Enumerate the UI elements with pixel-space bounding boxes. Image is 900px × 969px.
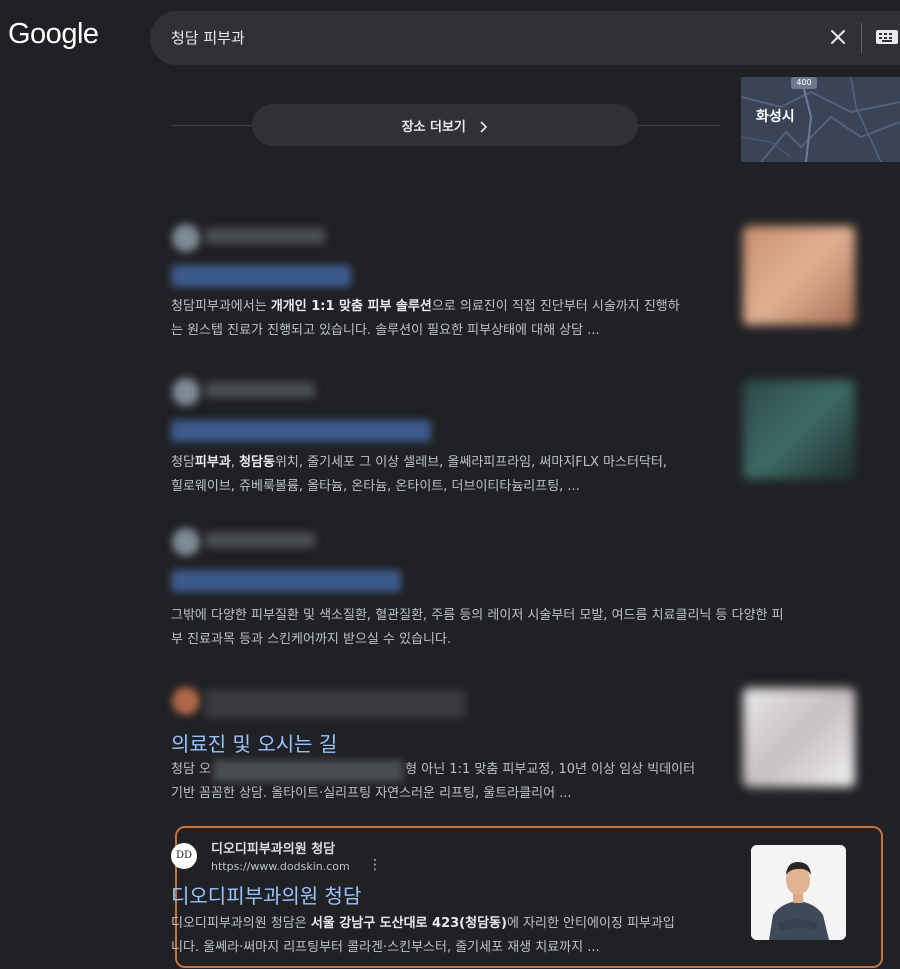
result-2-title[interactable] [171,420,431,442]
divider-right [636,125,720,126]
result-3-site [205,532,315,548]
result-1-favicon [172,224,200,252]
result-5-thumbnail[interactable] [751,845,846,940]
dodskin-favicon: DD [171,843,197,869]
result-5-site-name[interactable]: 디오디피부과의원 청담 [211,838,335,857]
result-3-title[interactable] [171,570,401,592]
search-divider [861,23,862,53]
result-4-site [205,690,465,718]
result-2-site [205,382,315,398]
chevron-right-icon [478,121,488,137]
result-1-snippet: 청담피부과에서는 개개인 1:1 맞춤 피부 솔루션으로 의료진이 직접 진단부… [171,299,680,338]
search-input[interactable]: 청담 피부과 [171,27,245,48]
map-city-label: 화성시 [756,109,795,125]
result-4-title[interactable]: 의료진 및 오시는 길 [171,728,337,757]
result-1-title[interactable] [171,265,351,287]
result-4-thumbnail[interactable] [743,688,855,787]
result-2-snippet: 청담피부과, 청담동위치, 줄기세포 그 이상 셀레브, 올쎄라피프라임, 써마… [171,455,667,494]
result-4-redacted [213,760,403,782]
result-1-thumbnail[interactable] [743,226,855,325]
divider-left [171,125,253,126]
more-places-label: 장소 더보기 [401,120,466,135]
result-2-thumbnail[interactable] [743,380,855,479]
map-thumbnail[interactable]: 400 화성시 [741,77,900,162]
result-3-snippet: 그밖에 다양한 피부질환 및 색소질환, 혈관질환, 주름 등의 레이저 시술부… [171,608,784,647]
result-2-favicon [172,378,200,406]
more-places-button[interactable]: 장소 더보기 [252,104,638,146]
close-icon[interactable] [826,25,850,49]
result-5-url[interactable]: https://www.dodskin.com [211,860,350,873]
more-vert-icon[interactable]: ⋮ [368,857,382,873]
keyboard-icon[interactable] [874,27,900,47]
result-4-favicon [172,687,200,715]
result-5-title[interactable]: 디오디피부과의원 청담 [171,880,361,909]
map-road-badge: 400 [791,77,817,89]
google-logo[interactable]: Google [8,18,99,51]
result-1-site [205,228,325,244]
search-bar[interactable]: 청담 피부과 [150,11,900,65]
result-5-snippet: 디오디피부과의원 청담은 서울 강남구 도산대로 423(청담동)에 자리한 안… [171,916,675,955]
result-3-favicon [172,528,200,556]
